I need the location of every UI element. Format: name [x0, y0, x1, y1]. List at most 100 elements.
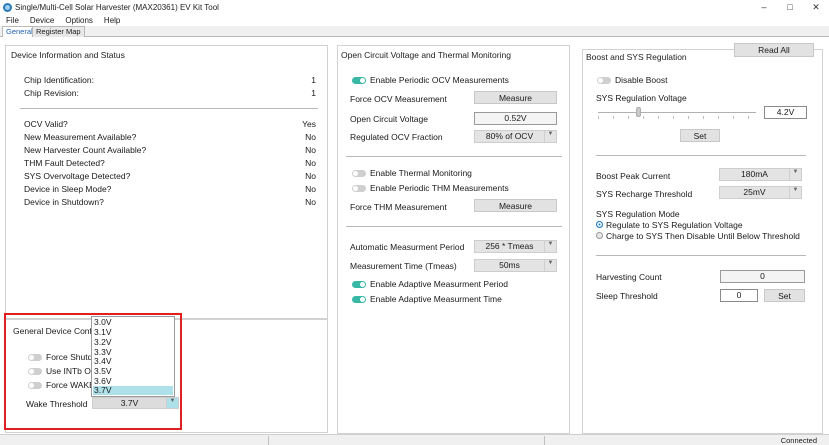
meas-time-value: 50ms	[499, 260, 520, 270]
boost-peak-value: 180mA	[741, 169, 768, 179]
ocv-label: Open Circuit Voltage	[350, 114, 428, 124]
chevron-down-icon: ▼	[544, 131, 556, 142]
connection-status: Connected	[780, 436, 817, 445]
menu-bar: File Device Options Help	[0, 14, 829, 26]
mode-label: SYS Regulation Mode	[596, 209, 680, 219]
menu-options[interactable]: Options	[65, 16, 93, 25]
harvest-count-label: Harvesting Count	[596, 272, 662, 282]
auto-period-value: 256 * Tmeas	[485, 241, 534, 251]
measure-ocv-button[interactable]: Measure	[474, 91, 557, 104]
meas-time-label: Measurement Time (Tmeas)	[350, 261, 457, 271]
meas-time-select[interactable]: 50ms ▼	[474, 259, 557, 272]
ocv-panel: Open Circuit Voltage and Thermal Monitor…	[337, 45, 570, 434]
device-info-title: Device Information and Status	[11, 50, 125, 60]
sys-reg-set-button[interactable]: Set	[680, 129, 720, 142]
adaptive-time-toggle[interactable]	[352, 296, 366, 303]
status-value: No	[305, 158, 316, 168]
status-label: Device in Sleep Mode?	[24, 184, 112, 194]
separator	[20, 108, 318, 109]
chevron-down-icon: ▼	[789, 187, 801, 198]
ocv-fraction-value: 80% of OCV	[485, 131, 534, 141]
mode-radio-charge[interactable]	[596, 232, 603, 239]
recharge-select[interactable]: 25mV ▼	[719, 186, 802, 199]
separator	[596, 155, 806, 156]
sys-reg-input[interactable]: 4.2V	[764, 106, 807, 119]
status-divider	[268, 436, 269, 445]
status-value: No	[305, 171, 316, 181]
thermal-monitoring-toggle[interactable]	[352, 170, 366, 177]
tab-bar: General Register Map	[0, 26, 829, 38]
boost-title: Boost and SYS Regulation	[586, 52, 687, 62]
auto-period-select[interactable]: 256 * Tmeas ▼	[474, 240, 557, 253]
status-label: New Measurement Available?	[24, 132, 137, 142]
disable-boost-toggle[interactable]	[597, 77, 611, 84]
status-label: THM Fault Detected?	[24, 158, 105, 168]
app-icon	[3, 2, 12, 12]
boost-peak-select[interactable]: 180mA ▼	[719, 168, 802, 181]
chip-revision-label: Chip Revision:	[24, 88, 79, 98]
disable-boost-label: Disable Boost	[615, 75, 668, 85]
status-value: No	[305, 132, 316, 142]
periodic-ocv-toggle[interactable]	[352, 77, 366, 84]
ocv-title: Open Circuit Voltage and Thermal Monitor…	[341, 50, 511, 60]
menu-file[interactable]: File	[6, 16, 19, 25]
minimize-button[interactable]: –	[751, 0, 777, 14]
maximize-button[interactable]: □	[777, 0, 803, 14]
force-thm-label: Force THM Measurement	[350, 202, 447, 212]
read-all-button[interactable]: Read All	[734, 43, 814, 57]
tab-register-map[interactable]: Register Map	[32, 26, 85, 37]
ocv-fraction-select[interactable]: 80% of OCV ▼	[474, 130, 557, 143]
chip-revision-value: 1	[311, 88, 316, 98]
status-value: No	[305, 197, 316, 207]
separator	[346, 156, 562, 157]
periodic-thm-toggle[interactable]	[352, 185, 366, 192]
chevron-down-icon: ▼	[544, 241, 556, 252]
harvest-count-value: 0	[720, 270, 805, 283]
menu-device[interactable]: Device	[30, 16, 54, 25]
chevron-down-icon: ▼	[544, 260, 556, 271]
sys-reg-label: SYS Regulation Voltage	[596, 93, 687, 103]
status-label: New Harvester Count Available?	[24, 145, 147, 155]
auto-period-label: Automatic Measurment Period	[350, 242, 465, 252]
status-bar: Connected	[0, 434, 829, 445]
sys-reg-slider-handle[interactable]	[636, 107, 641, 117]
status-label: SYS Overvoltage Detected?	[24, 171, 131, 181]
separator	[346, 226, 562, 227]
chip-id-label: Chip Identification:	[24, 75, 94, 85]
ocv-fraction-label: Regulated OCV Fraction	[350, 132, 443, 142]
periodic-ocv-label: Enable Periodic OCV Measurements	[370, 75, 509, 85]
status-divider	[544, 436, 545, 445]
sleep-threshold-label: Sleep Threshold	[596, 291, 658, 301]
adaptive-period-label: Enable Adaptive Measurment Period	[370, 279, 508, 289]
adaptive-time-label: Enable Adaptive Measurment Time	[370, 294, 502, 304]
chip-id-value: 1	[311, 75, 316, 85]
highlight-box	[4, 313, 182, 430]
title-bar: Single/Multi-Cell Solar Harvester (MAX20…	[0, 0, 829, 14]
status-label: OCV Valid?	[24, 119, 68, 129]
sleep-threshold-set-button[interactable]: Set	[764, 289, 805, 302]
force-ocv-label: Force OCV Measurement	[350, 94, 447, 104]
sleep-threshold-input[interactable]: 0	[720, 289, 758, 302]
slider-ticks	[598, 116, 756, 119]
close-button[interactable]: ✕	[803, 0, 829, 14]
ocv-value: 0.52V	[474, 112, 557, 125]
window-title: Single/Multi-Cell Solar Harvester (MAX20…	[15, 2, 219, 12]
recharge-label: SYS Recharge Threshold	[596, 189, 693, 199]
boost-peak-label: Boost Peak Current	[596, 171, 671, 181]
thermal-monitoring-label: Enable Thermal Monitoring	[370, 168, 472, 178]
recharge-value: 25mV	[743, 187, 766, 197]
mode-option-regulate: Regulate to SYS Regulation Voltage	[606, 220, 743, 230]
device-info-panel: Device Information and Status Chip Ident…	[5, 45, 328, 319]
measure-thm-button[interactable]: Measure	[474, 199, 557, 212]
chevron-down-icon: ▼	[789, 169, 801, 180]
separator	[596, 255, 806, 256]
menu-help[interactable]: Help	[104, 16, 120, 25]
mode-option-charge: Charge to SYS Then Disable Until Below T…	[606, 231, 800, 241]
sys-reg-slider-track[interactable]	[598, 112, 756, 113]
status-value: Yes	[302, 119, 316, 129]
mode-radio-regulate[interactable]	[596, 221, 603, 228]
status-value: No	[305, 184, 316, 194]
periodic-thm-label: Enable Periodic THM Measurements	[370, 183, 509, 193]
status-value: No	[305, 145, 316, 155]
adaptive-period-toggle[interactable]	[352, 281, 366, 288]
